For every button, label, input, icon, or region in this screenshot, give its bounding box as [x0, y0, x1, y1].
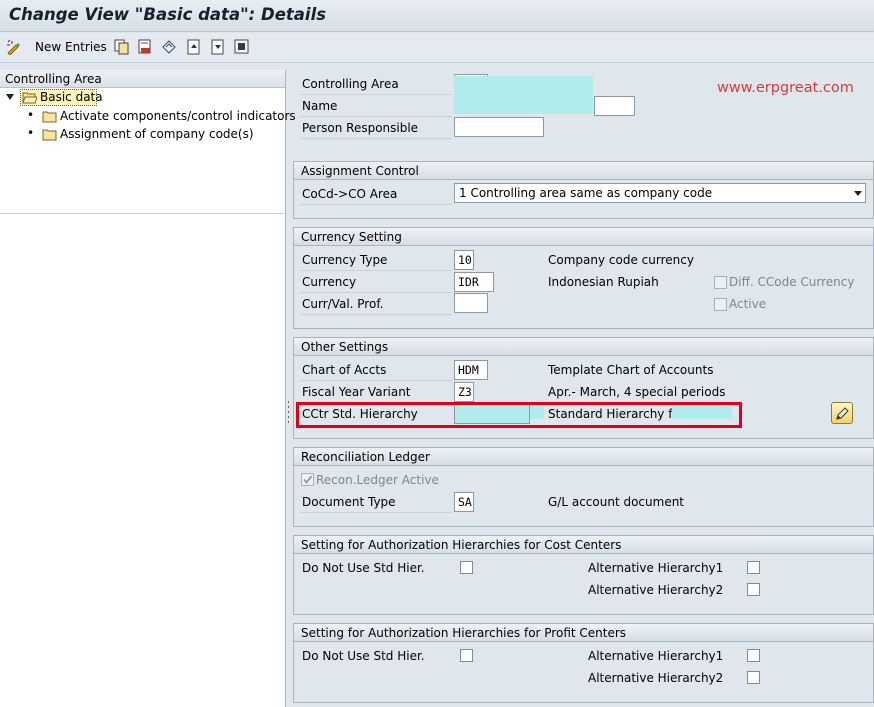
alternative-hierarchy2-label: Alternative Hierarchy2: [588, 583, 724, 597]
bullet-icon: •: [27, 108, 35, 122]
chevron-down-icon[interactable]: [854, 191, 862, 196]
auth-hierarchies-profit-centers-group: Setting for Authorization Hierarchies fo…: [293, 623, 874, 703]
delete-icon[interactable]: [137, 39, 153, 55]
document-type-description: G/L account document: [548, 495, 685, 509]
label-underline: [300, 380, 452, 381]
alternative-hierarchy1-checkbox[interactable]: [747, 561, 760, 574]
title-bar: Change View "Basic data": Details: [0, 0, 874, 32]
currency-type-label: Currency Type: [302, 253, 388, 267]
do-not-use-std-hier-label: Do Not Use Std Hier.: [302, 561, 425, 575]
diff-ccode-currency-checkbox[interactable]: [714, 276, 727, 289]
cocd-co-area-label: CoCd->CO Area: [302, 187, 398, 201]
expand-arrow-icon[interactable]: [6, 94, 14, 100]
chart-of-accts-label: Chart of Accts: [302, 363, 387, 377]
label-underline: [300, 292, 452, 293]
active-checkbox[interactable]: [714, 298, 727, 311]
watermark: www.erpgreat.com: [717, 80, 854, 96]
alternative-hierarchy1-checkbox[interactable]: [747, 649, 760, 662]
do-not-use-std-hier-checkbox[interactable]: [460, 649, 473, 662]
cocd-co-area-select[interactable]: 1 Controlling area same as company code: [454, 183, 866, 203]
document-type-input[interactable]: SA: [454, 492, 474, 512]
do-not-use-std-hier-label: Do Not Use Std Hier.: [302, 649, 425, 663]
pencil-icon: [836, 407, 849, 420]
diff-ccode-currency-label: Diff. CCode Currency: [729, 275, 855, 289]
new-entries-button[interactable]: New Entries: [35, 40, 107, 54]
alternative-hierarchy1-label: Alternative Hierarchy1: [588, 649, 724, 663]
previous-entry-icon[interactable]: [186, 39, 202, 55]
reconciliation-ledger-group: Reconciliation Ledger: [293, 447, 874, 527]
name-label: Name: [302, 99, 338, 113]
label-underline: [300, 512, 452, 513]
group-header: Assignment Control: [294, 162, 873, 180]
label-underline: [300, 314, 452, 315]
new-entries-icon[interactable]: [6, 39, 22, 55]
alternative-hierarchy1-label: Alternative Hierarchy1: [588, 561, 724, 575]
navigation-tree: Controlling Area Basic data • Activate c…: [0, 70, 296, 707]
application-toolbar: New Entries: [0, 33, 874, 63]
edit-hierarchy-button[interactable]: [831, 402, 853, 424]
currency-type-description: Company code currency: [548, 253, 694, 267]
group-header: Setting for Authorization Hierarchies fo…: [294, 624, 873, 642]
nav-header: Controlling Area: [0, 70, 285, 88]
group-header: Currency Setting: [294, 228, 873, 246]
label-underline: [300, 138, 452, 139]
label-underline: [300, 204, 452, 205]
redacted-value: [454, 76, 593, 114]
splitter-handle[interactable]: [287, 400, 290, 424]
next-entry-icon[interactable]: [210, 39, 226, 55]
select-all-icon[interactable]: [234, 39, 250, 55]
curr-val-prof-input[interactable]: [454, 293, 488, 313]
nav-item-assignment-company-codes[interactable]: • Assignment of company code(s): [0, 126, 286, 143]
group-header: Reconciliation Ledger: [294, 448, 873, 466]
do-not-use-std-hier-checkbox[interactable]: [460, 561, 473, 574]
currency-description: Indonesian Rupiah: [548, 275, 659, 289]
nav-item-label: Assignment of company code(s): [60, 127, 254, 141]
name-input[interactable]: [594, 96, 635, 116]
folder-open-icon: [22, 92, 37, 104]
label-underline: [300, 116, 452, 117]
nav-item-label: Activate components/control indicators: [60, 109, 296, 123]
alternative-hierarchy2-checkbox[interactable]: [747, 583, 760, 596]
recon-ledger-active-label: Recon.Ledger Active: [316, 473, 439, 487]
nav-item-basic-data[interactable]: Basic data: [0, 89, 286, 106]
bullet-icon: •: [27, 126, 35, 140]
currency-input[interactable]: IDR: [454, 272, 494, 292]
label-underline: [300, 94, 452, 95]
chart-of-accts-input[interactable]: HDM: [454, 360, 488, 380]
page-title: Change View "Basic data": Details: [9, 5, 327, 24]
fiscal-year-variant-label: Fiscal Year Variant: [302, 385, 411, 399]
alternative-hierarchy2-label: Alternative Hierarchy2: [588, 671, 724, 685]
label-underline: [300, 270, 452, 271]
currency-type-input[interactable]: 10: [454, 250, 474, 270]
group-header: Other Settings: [294, 338, 873, 356]
chart-of-accts-description: Template Chart of Accounts: [548, 363, 714, 377]
person-responsible-input[interactable]: [454, 117, 544, 137]
checkmark-icon: [303, 475, 313, 484]
controlling-area-label: Controlling Area: [302, 77, 399, 91]
document-type-label: Document Type: [302, 495, 396, 509]
copy-icon[interactable]: [114, 39, 130, 55]
nav-item-label: Basic data: [40, 90, 103, 104]
fiscal-year-variant-description: Apr.- March, 4 special periods: [548, 385, 726, 399]
select-value: 1 Controlling area same as company code: [459, 186, 713, 200]
nav-divider: [0, 213, 285, 214]
highlight-box: [296, 402, 742, 428]
recon-ledger-active-checkbox[interactable]: [301, 473, 314, 486]
person-responsible-label: Person Responsible: [302, 121, 419, 135]
auth-hierarchies-cost-centers-group: Setting for Authorization Hierarchies fo…: [293, 535, 874, 615]
folder-icon: [42, 111, 57, 123]
curr-val-prof-label: Curr/Val. Prof.: [302, 297, 384, 311]
alternative-hierarchy2-checkbox[interactable]: [747, 671, 760, 684]
fiscal-year-variant-input[interactable]: Z3: [454, 382, 474, 402]
currency-label: Currency: [302, 275, 357, 289]
undo-icon[interactable]: [161, 39, 177, 55]
active-label: Active: [729, 297, 767, 311]
folder-icon: [42, 129, 57, 141]
group-header: Setting for Authorization Hierarchies fo…: [294, 536, 873, 554]
nav-item-activate-components[interactable]: • Activate components/control indicators: [0, 108, 296, 125]
